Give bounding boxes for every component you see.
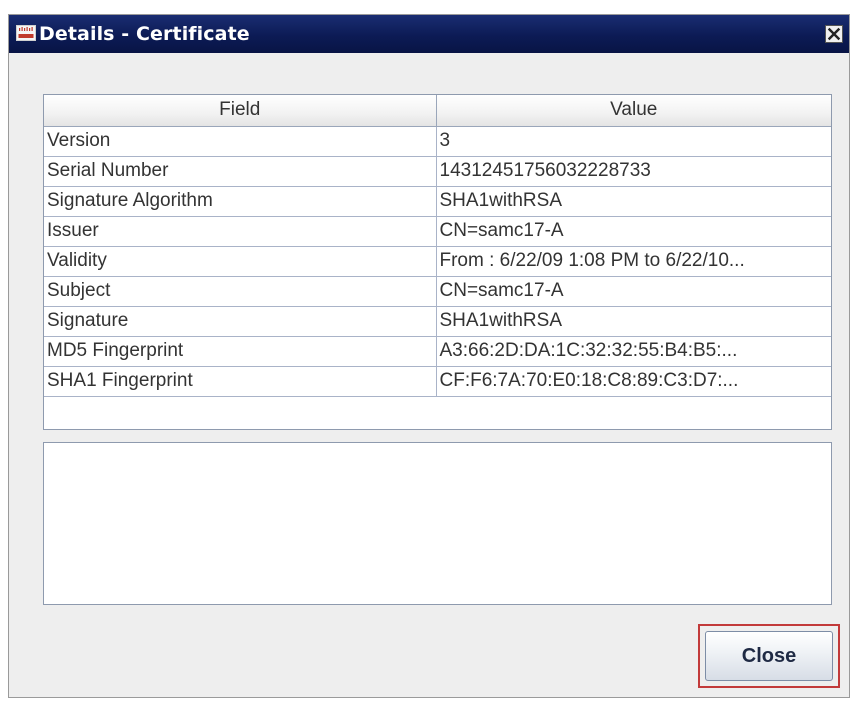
field-cell[interactable]: Validity bbox=[44, 246, 437, 277]
certificate-details-dialog: Details - Certificate Field Value Versio… bbox=[8, 14, 850, 698]
value-cell[interactable]: From : 6/22/09 1:08 PM to 6/22/10... bbox=[436, 246, 831, 277]
column-header-field[interactable]: Field bbox=[44, 95, 437, 127]
field-cell[interactable]: Issuer bbox=[44, 216, 437, 247]
value-cell[interactable]: CN=samc17-A bbox=[436, 216, 831, 247]
field-cell[interactable]: Signature Algorithm bbox=[44, 186, 437, 217]
field-cell[interactable]: SHA1 Fingerprint bbox=[44, 366, 437, 397]
table-row[interactable]: Issuer CN=samc17-A bbox=[44, 216, 831, 247]
value-cell[interactable]: 3 bbox=[436, 126, 831, 157]
close-button[interactable]: Close bbox=[705, 631, 833, 681]
table-row[interactable]: SHA1 Fingerprint CF:F6:7A:70:E0:18:C8:89… bbox=[44, 366, 831, 397]
table-row[interactable]: Signature SHA1withRSA bbox=[44, 306, 831, 337]
value-cell[interactable]: SHA1withRSA bbox=[436, 306, 831, 337]
close-icon[interactable] bbox=[825, 25, 843, 43]
table-row[interactable]: Validity From : 6/22/09 1:08 PM to 6/22/… bbox=[44, 246, 831, 277]
value-cell[interactable]: CN=samc17-A bbox=[436, 276, 831, 307]
title-bar[interactable]: Details - Certificate bbox=[9, 15, 849, 53]
table-row[interactable]: Serial Number 14312451756032228733 bbox=[44, 156, 831, 187]
cisco-app-icon bbox=[16, 25, 36, 41]
close-button-focus-highlight: Close bbox=[698, 624, 840, 688]
value-cell[interactable]: SHA1withRSA bbox=[436, 186, 831, 217]
value-cell[interactable]: 14312451756032228733 bbox=[436, 156, 831, 187]
value-cell[interactable]: CF:F6:7A:70:E0:18:C8:89:C3:D7:... bbox=[436, 366, 831, 397]
table-header-row: Field Value bbox=[44, 95, 831, 127]
column-header-value[interactable]: Value bbox=[436, 95, 831, 127]
table-row[interactable]: Subject CN=samc17-A bbox=[44, 276, 831, 307]
certificate-fields-table: Field Value Version 3 Serial Number 1431… bbox=[43, 94, 832, 430]
field-cell[interactable]: Signature bbox=[44, 306, 437, 337]
field-detail-text-area[interactable] bbox=[43, 442, 832, 605]
table-row[interactable]: MD5 Fingerprint A3:66:2D:DA:1C:32:32:55:… bbox=[44, 336, 831, 367]
field-cell[interactable]: MD5 Fingerprint bbox=[44, 336, 437, 367]
field-cell[interactable]: Serial Number bbox=[44, 156, 437, 187]
table-row[interactable]: Version 3 bbox=[44, 126, 831, 157]
table-row[interactable]: Signature Algorithm SHA1withRSA bbox=[44, 186, 831, 217]
window-title: Details - Certificate bbox=[39, 23, 250, 45]
value-cell[interactable]: A3:66:2D:DA:1C:32:32:55:B4:B5:... bbox=[436, 336, 831, 367]
field-cell[interactable]: Subject bbox=[44, 276, 437, 307]
fields-grid: Field Value Version 3 Serial Number 1431… bbox=[44, 95, 831, 397]
field-cell[interactable]: Version bbox=[44, 126, 437, 157]
